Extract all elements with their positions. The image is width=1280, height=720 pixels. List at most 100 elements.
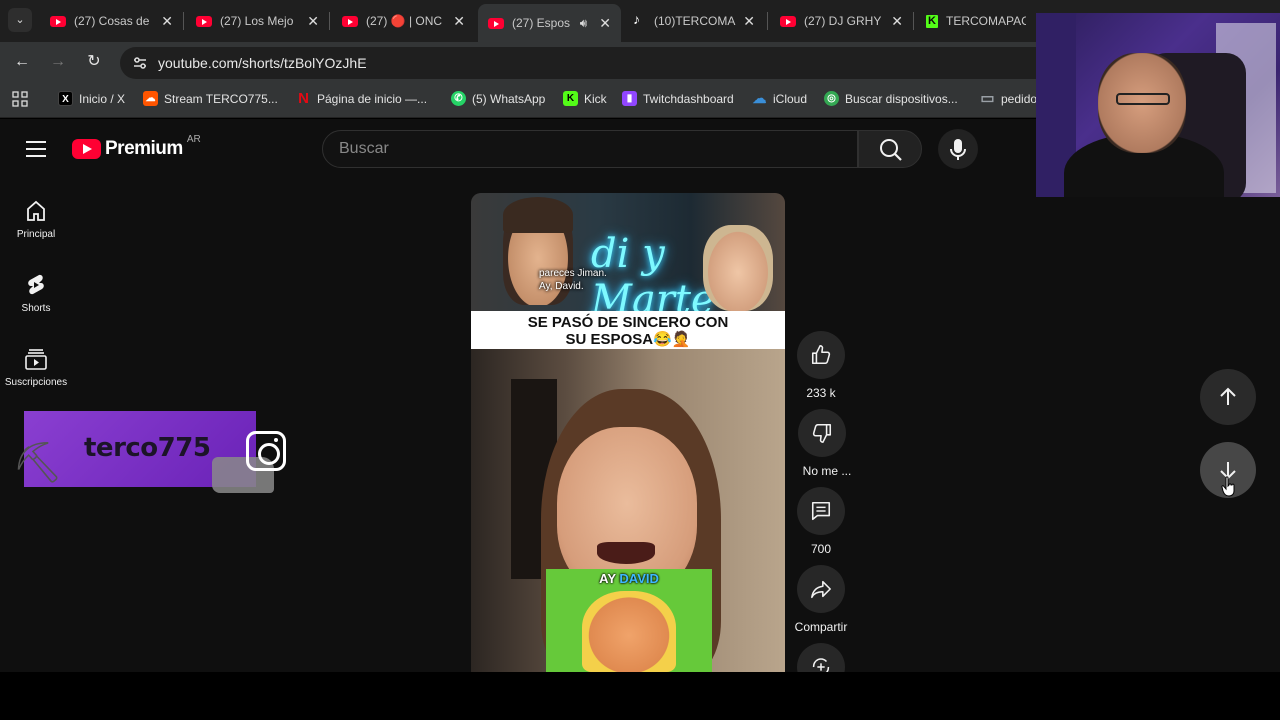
video-top-panel: di y Marte pareces Jiman. Ay, David. bbox=[471, 193, 785, 323]
bookmark-icloud[interactable]: ☁ iCloud bbox=[752, 90, 808, 106]
icloud-icon: ☁ bbox=[752, 90, 767, 106]
soundcloud-icon: ☁ bbox=[143, 91, 158, 106]
headline-line: SU ESPOSA😂🤦 bbox=[565, 331, 691, 348]
dislike-action[interactable]: No me ... bbox=[792, 409, 862, 478]
logo-text: Premium bbox=[105, 138, 183, 159]
bookmark-folder[interactable]: ▭ pedido bbox=[980, 91, 1037, 106]
close-icon[interactable]: ✕ bbox=[743, 13, 755, 30]
url-text: youtube.com/shorts/tzBolYOzJhE bbox=[158, 55, 367, 71]
bookmark-stream[interactable]: ☁ Stream TERCO775... bbox=[143, 91, 278, 106]
browser-tab[interactable]: TERCOMAPAC bbox=[916, 6, 1036, 36]
close-icon[interactable]: ✕ bbox=[161, 13, 173, 30]
youtube-icon bbox=[342, 15, 358, 27]
meme-caption-blue: DAVID bbox=[619, 571, 659, 586]
hand-cursor-icon bbox=[1221, 476, 1235, 497]
tab-divider bbox=[913, 12, 914, 30]
browser-tab[interactable]: (10)TERCOMA ✕ bbox=[622, 6, 765, 36]
bookmark-label: Twitchdashboard bbox=[643, 91, 734, 106]
thumbs-up-icon bbox=[811, 345, 831, 365]
bookmark-netflix[interactable]: N Página de inicio —... bbox=[296, 91, 427, 106]
voice-search-button[interactable] bbox=[938, 129, 978, 169]
share-button[interactable] bbox=[797, 565, 845, 613]
like-action[interactable]: 233 k bbox=[795, 331, 847, 400]
tab-divider bbox=[183, 12, 184, 30]
dislike-label: No me ... bbox=[802, 464, 852, 478]
microphone-icon bbox=[950, 139, 966, 160]
forward-arrow-icon[interactable]: → bbox=[48, 52, 68, 72]
browser-tab[interactable]: (27) 🔴 | ONC ✕ bbox=[332, 6, 475, 36]
sidebar-item-subscriptions[interactable]: Suscripciones bbox=[0, 347, 72, 388]
comments-button[interactable] bbox=[797, 487, 845, 535]
tab-search-button[interactable]: ⌄ bbox=[8, 8, 32, 32]
apps-grid-icon[interactable] bbox=[12, 91, 28, 107]
remix-icon bbox=[812, 658, 830, 672]
close-icon[interactable]: ✕ bbox=[891, 13, 903, 30]
tab-title: TERCOMAPAC bbox=[946, 14, 1026, 28]
like-button[interactable] bbox=[797, 331, 845, 379]
arrow-up-icon bbox=[1220, 387, 1236, 405]
youtube-play-icon bbox=[72, 139, 101, 159]
menu-icon[interactable] bbox=[26, 141, 46, 157]
tab-title: (27) Cosas de bbox=[74, 14, 150, 28]
netflix-icon: N bbox=[298, 90, 309, 107]
browser-tab[interactable]: (27) DJ GRHY ✕ bbox=[770, 6, 913, 36]
meme-caption: AY DAVID bbox=[546, 571, 712, 586]
search-button[interactable] bbox=[858, 130, 922, 168]
instagram-icon bbox=[246, 431, 286, 471]
address-bar[interactable]: youtube.com/shorts/tzBolYOzJhE bbox=[120, 47, 1060, 79]
reaction-face-girl bbox=[703, 225, 773, 311]
browser-tab-active[interactable]: (27) Espos 🔊︎ ✕ bbox=[478, 4, 621, 42]
sidebar-item-shorts[interactable]: Shorts bbox=[0, 273, 72, 314]
streamer-glasses bbox=[1116, 93, 1170, 105]
kick-icon: K bbox=[563, 91, 578, 106]
back-arrow-icon[interactable]: ← bbox=[12, 52, 32, 72]
comments-action[interactable]: 700 bbox=[795, 487, 847, 556]
reload-icon[interactable]: ↻ bbox=[84, 52, 104, 72]
tab-divider bbox=[767, 12, 768, 30]
dislike-button[interactable] bbox=[798, 409, 846, 457]
find-device-icon: ◎ bbox=[824, 91, 839, 106]
close-icon[interactable]: ✕ bbox=[307, 13, 319, 30]
bookmark-x[interactable]: X Inicio / X bbox=[58, 91, 125, 106]
sidebar-item-home[interactable]: Principal bbox=[0, 199, 72, 240]
overlay-username: terco775 bbox=[84, 433, 211, 463]
bookmark-label: Página de inicio —... bbox=[317, 91, 428, 106]
home-icon bbox=[27, 200, 45, 221]
bookmark-kick[interactable]: K Kick bbox=[563, 91, 607, 106]
bookmark-whatsapp[interactable]: ✆ (5) WhatsApp bbox=[451, 91, 545, 106]
bookmark-label: Stream TERCO775... bbox=[164, 91, 278, 106]
tab-title: (27) 🔴 | ONC bbox=[366, 14, 443, 28]
search-icon bbox=[880, 139, 902, 161]
country-code: AR bbox=[186, 133, 201, 145]
youtube-logo[interactable]: Premium AR bbox=[72, 134, 201, 160]
close-icon[interactable]: ✕ bbox=[453, 13, 465, 30]
tab-title: (10)TERCOMA bbox=[654, 14, 736, 28]
comment-count: 700 bbox=[810, 542, 832, 556]
webcam-overlay bbox=[1036, 13, 1280, 197]
browser-tab[interactable]: (27) Cosas de ✕ bbox=[40, 6, 183, 36]
short-video-player[interactable]: di y Marte pareces Jiman. Ay, David. SE … bbox=[471, 193, 785, 672]
video-main-frame: AY DAVID bbox=[471, 349, 785, 672]
remix-action[interactable] bbox=[795, 643, 847, 672]
previous-short-button[interactable] bbox=[1200, 369, 1256, 425]
site-settings-icon[interactable] bbox=[132, 55, 148, 71]
twitch-icon: ▮ bbox=[622, 91, 637, 106]
shorts-icon bbox=[28, 274, 44, 295]
tiktok-icon bbox=[632, 11, 646, 28]
sidebar-item-label: Principal bbox=[16, 229, 56, 240]
remix-button[interactable] bbox=[797, 643, 845, 672]
headline-line: SE PASÓ DE SINCERO CON bbox=[527, 314, 729, 331]
bookmark-find-devices[interactable]: ◎ Buscar dispositivos... bbox=[824, 91, 958, 106]
bookmark-label: iCloud bbox=[773, 91, 808, 106]
search-input[interactable] bbox=[323, 131, 857, 167]
speaker-icon[interactable]: 🔊︎ bbox=[580, 16, 588, 31]
share-action[interactable]: Compartir bbox=[790, 565, 852, 634]
browser-tab[interactable]: (27) Los Mejo ✕ bbox=[186, 6, 329, 36]
tab-title: (27) DJ GRHY bbox=[804, 14, 882, 28]
close-icon[interactable]: ✕ bbox=[599, 15, 611, 32]
bookmark-twitch[interactable]: ▮ Twitchdashboard bbox=[622, 91, 734, 106]
like-count: 233 k bbox=[806, 386, 836, 400]
meme-sticker: AY DAVID bbox=[546, 569, 712, 672]
subtitle-line: pareces Jiman. bbox=[539, 268, 607, 279]
x-icon: X bbox=[58, 91, 73, 106]
